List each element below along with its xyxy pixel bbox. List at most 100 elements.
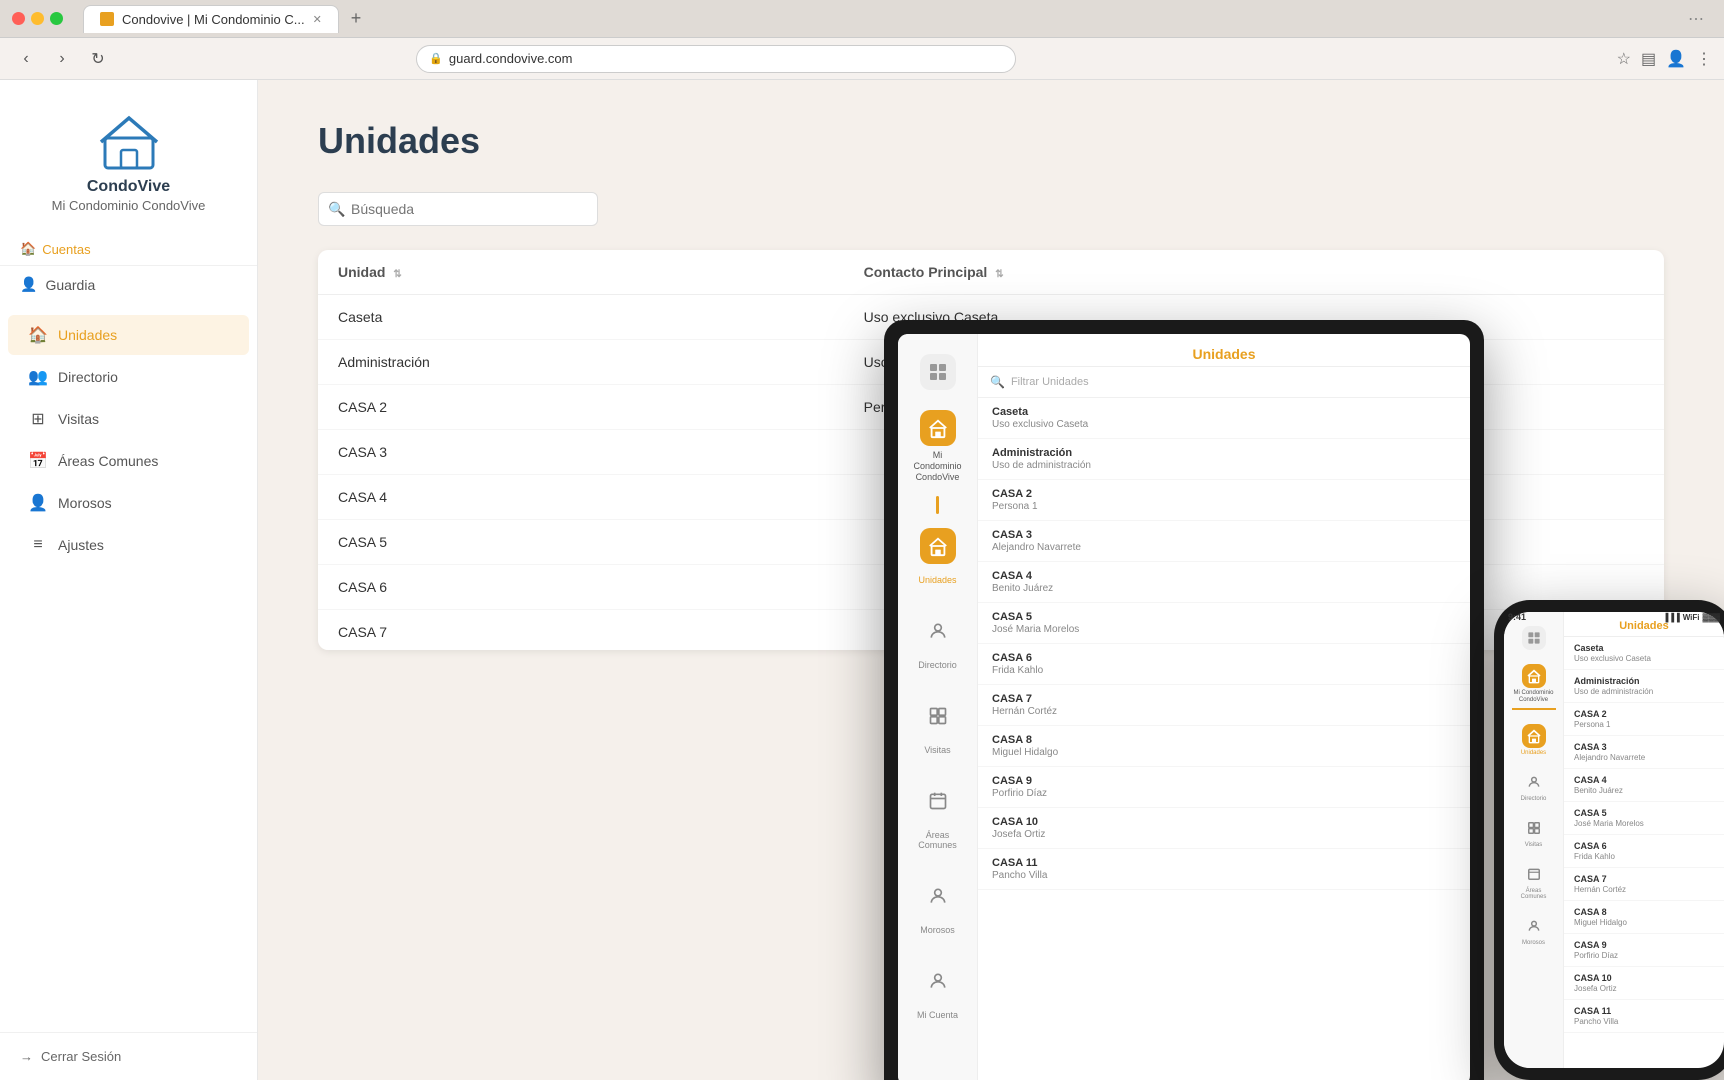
tablet-list-item[interactable]: CASA 11Pancho Villa bbox=[978, 849, 1470, 890]
cell-unidad: CASA 4 bbox=[318, 475, 844, 520]
tablet-nav-micuenta[interactable]: Mi Cuenta bbox=[904, 955, 972, 1036]
tablet-item-sub: Miguel Hidalgo bbox=[992, 747, 1456, 758]
tablet-list-item[interactable]: CASA 7Hernán Cortéz bbox=[978, 685, 1470, 726]
logout-button[interactable]: → Cerrar Sesión bbox=[20, 1049, 237, 1064]
sidebar-item-visitas[interactable]: ⊞ Visitas bbox=[8, 399, 249, 439]
sidebar-item-morosos[interactable]: 👤 Morosos bbox=[8, 483, 249, 523]
tablet-nav-grid[interactable] bbox=[904, 346, 972, 398]
sort-unidad-icon[interactable]: ⇅ bbox=[393, 269, 401, 280]
areas-icon: 📅 bbox=[28, 451, 48, 471]
window-controls: ⋯ bbox=[1688, 9, 1712, 29]
tablet-search[interactable]: 🔍 Filtrar Unidades bbox=[978, 367, 1470, 398]
new-tab-button[interactable]: + bbox=[343, 4, 370, 33]
phone-nav-home[interactable]: Mi CondominioCondoVive bbox=[1508, 658, 1560, 716]
sidebar-item-ajustes[interactable]: ≡ Ajustes bbox=[8, 525, 249, 565]
reload-button[interactable]: ↻ bbox=[84, 45, 112, 73]
active-tab[interactable]: Condovive | Mi Condominio C... ✕ bbox=[83, 5, 339, 33]
tablet-nav-unidades[interactable]: Unidades bbox=[904, 520, 972, 601]
back-button[interactable]: ‹ bbox=[12, 45, 40, 73]
tablet-list-item[interactable]: CasetaUso exclusivo Caseta bbox=[978, 398, 1470, 439]
tablet-list-item[interactable]: CASA 8Miguel Hidalgo bbox=[978, 726, 1470, 767]
tablet-list-item[interactable]: CASA 9Porfirio Díaz bbox=[978, 767, 1470, 808]
phone-app-title: Unidades bbox=[1574, 620, 1714, 632]
address-bar[interactable]: 🔒 guard.condovive.com bbox=[416, 45, 1016, 73]
phone-list-item[interactable]: CASA 3Alejandro Navarrete bbox=[1564, 736, 1724, 769]
phone-list-item[interactable]: CASA 11Pancho Villa bbox=[1564, 1000, 1724, 1033]
phone-nav-grid[interactable] bbox=[1508, 620, 1560, 656]
col-contacto: Contacto Principal ⇅ bbox=[844, 250, 1664, 295]
cuentas-button[interactable]: 🏠 Cuentas bbox=[0, 233, 257, 266]
phone-nav-morosos[interactable]: Morosos bbox=[1508, 908, 1560, 952]
phone-nav-visitas[interactable]: Visitas bbox=[1508, 810, 1560, 854]
sort-contacto-icon[interactable]: ⇅ bbox=[995, 269, 1003, 280]
phone-morosos-label: Morosos bbox=[1522, 940, 1545, 946]
unidades-icon: 🏠 bbox=[28, 325, 48, 345]
tablet-list-item[interactable]: CASA 6Frida Kahlo bbox=[978, 644, 1470, 685]
visitas-icon: ⊞ bbox=[28, 409, 48, 429]
tablet-list-item[interactable]: CASA 10Josefa Ortiz bbox=[978, 808, 1470, 849]
search-input[interactable] bbox=[318, 192, 598, 226]
visitas-icon-phone bbox=[1527, 821, 1541, 835]
minimize-button[interactable] bbox=[31, 12, 44, 25]
sidebar-item-label: Visitas bbox=[58, 411, 99, 427]
tablet-nav-home[interactable]: Mi CondominioCondoVive bbox=[904, 402, 972, 490]
tablet-list-item[interactable]: CASA 2Persona 1 bbox=[978, 480, 1470, 521]
tablet-nav-visitas[interactable]: Visitas bbox=[904, 690, 972, 771]
title-bar: Condovive | Mi Condominio C... ✕ + ⋯ bbox=[0, 0, 1724, 38]
tablet-nav-directorio[interactable]: Directorio bbox=[904, 605, 972, 686]
profile-icon[interactable]: 👤 bbox=[1666, 49, 1686, 69]
col-unidad: Unidad ⇅ bbox=[318, 250, 844, 295]
phone-list-item[interactable]: CASA 8Miguel Hidalgo bbox=[1564, 901, 1724, 934]
search-input-wrap: 🔍 bbox=[318, 192, 598, 226]
phone-list-item[interactable]: CASA 7Hernán Cortéz bbox=[1564, 868, 1724, 901]
phone-nav-unidades[interactable]: Unidades bbox=[1508, 718, 1560, 762]
tablet-list-item[interactable]: CASA 4Benito Juárez bbox=[978, 562, 1470, 603]
phone-app-main: Unidades CasetaUso exclusivo CasetaAdmin… bbox=[1564, 612, 1724, 1068]
phone-list-item[interactable]: AdministraciónUso de administración bbox=[1564, 670, 1724, 703]
phone-list-item[interactable]: CASA 9Porfirio Díaz bbox=[1564, 934, 1724, 967]
phone-item-name: CASA 7 bbox=[1574, 874, 1714, 884]
phone-list-item[interactable]: CASA 6Frida Kahlo bbox=[1564, 835, 1724, 868]
phone-list-item[interactable]: CASA 10Josefa Ortiz bbox=[1564, 967, 1724, 1000]
tablet-nav-morosos[interactable]: Morosos bbox=[904, 870, 972, 951]
logo-sub: Mi Condominio CondoVive bbox=[52, 198, 206, 213]
sidebar-item-areas[interactable]: 📅 Áreas Comunes bbox=[8, 441, 249, 481]
tablet-app-sidebar: Mi CondominioCondoVive bbox=[898, 334, 978, 1080]
tablet-nav-areas[interactable]: Áreas Comunes bbox=[904, 775, 972, 866]
phone-item-sub: Uso exclusivo Caseta bbox=[1574, 654, 1714, 663]
menu-icon[interactable]: ⋮ bbox=[1696, 49, 1712, 69]
tablet-item-name: CASA 8 bbox=[992, 734, 1456, 746]
grid-icon bbox=[928, 362, 948, 382]
reader-icon[interactable]: ▤ bbox=[1641, 49, 1656, 69]
tablet-item-sub: Uso exclusivo Caseta bbox=[992, 419, 1456, 430]
tab-close-button[interactable]: ✕ bbox=[313, 13, 322, 26]
sidebar-logo: CondoVive Mi Condominio CondoVive bbox=[0, 100, 257, 233]
logout-label: Cerrar Sesión bbox=[41, 1049, 121, 1064]
tablet-list-item[interactable]: CASA 5José Maria Morelos bbox=[978, 603, 1470, 644]
phone-list-item[interactable]: CASA 4Benito Juárez bbox=[1564, 769, 1724, 802]
forward-button[interactable]: › bbox=[48, 45, 76, 73]
tablet-item-name: CASA 10 bbox=[992, 816, 1456, 828]
tablet-list-item[interactable]: CASA 3Alejandro Navarrete bbox=[978, 521, 1470, 562]
traffic-lights bbox=[12, 12, 63, 25]
bookmark-icon[interactable]: ☆ bbox=[1617, 49, 1631, 69]
close-button[interactable] bbox=[12, 12, 25, 25]
sidebar-item-directorio[interactable]: 👥 Directorio bbox=[8, 357, 249, 397]
phone-list-item[interactable]: CasetaUso exclusivo Caseta bbox=[1564, 637, 1724, 670]
tablet-item-sub: Benito Juárez bbox=[992, 583, 1456, 594]
visitas-icon bbox=[928, 706, 948, 726]
browser-window: Condovive | Mi Condominio C... ✕ + ⋯ ‹ ›… bbox=[0, 0, 1724, 1080]
phone-active-bar bbox=[1512, 708, 1556, 710]
sidebar-item-unidades[interactable]: 🏠 Unidades bbox=[8, 315, 249, 355]
url-text: guard.condovive.com bbox=[449, 51, 573, 66]
phone-list-item[interactable]: CASA 2Persona 1 bbox=[1564, 703, 1724, 736]
tablet-item-sub: Josefa Ortiz bbox=[992, 829, 1456, 840]
phone-list-item[interactable]: CASA 5José Maria Morelos bbox=[1564, 802, 1724, 835]
tablet-item-name: CASA 9 bbox=[992, 775, 1456, 787]
phone-nav-directorio[interactable]: Directorio bbox=[1508, 764, 1560, 808]
phone-nav-areas[interactable]: ÁreasComunes bbox=[1508, 856, 1560, 906]
user-label: Guardia bbox=[45, 277, 95, 293]
tablet-list-item[interactable]: AdministraciónUso de administración bbox=[978, 439, 1470, 480]
areas-icon bbox=[928, 791, 948, 811]
maximize-button[interactable] bbox=[50, 12, 63, 25]
